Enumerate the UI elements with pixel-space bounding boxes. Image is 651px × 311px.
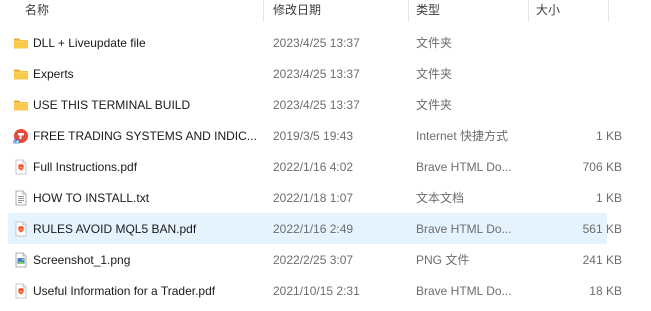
file-date: 2022/1/18 1:07 xyxy=(273,190,354,205)
column-header-bar: 名称 修改日期 类型 大小 xyxy=(0,0,651,22)
file-size: 18 KB xyxy=(589,283,622,298)
file-name[interactable]: FREE TRADING SYSTEMS AND INDIC... xyxy=(33,129,264,143)
folder-icon xyxy=(0,27,33,58)
column-header-type-label: 类型 xyxy=(416,3,441,17)
file-date: 2021/10/15 2:31 xyxy=(273,283,360,298)
file-date: 2022/1/16 4:02 xyxy=(273,159,354,174)
text-file-icon xyxy=(0,182,33,213)
file-name[interactable]: USE THIS TERMINAL BUILD xyxy=(33,98,264,112)
file-row[interactable]: Full Instructions.pdf 2022/1/16 4:02 Brave… xyxy=(0,151,651,182)
brave-pdf-icon xyxy=(0,213,33,244)
png-image-icon xyxy=(0,244,33,275)
column-header-date-label: 修改日期 xyxy=(273,3,322,17)
file-name[interactable]: Full Instructions.pdf xyxy=(33,160,264,174)
file-row[interactable]: Useful Information for a Trader.pdf 2021/… xyxy=(0,275,651,306)
file-name[interactable]: Experts xyxy=(33,67,264,81)
internet-shortcut-icon xyxy=(0,120,33,151)
column-divider[interactable] xyxy=(608,0,609,22)
file-size: 561 KB xyxy=(582,221,622,236)
column-header-date[interactable]: 修改日期 xyxy=(264,0,409,22)
file-date: 2022/2/25 3:07 xyxy=(273,252,354,267)
brave-pdf-icon xyxy=(0,151,33,182)
file-size: 241 KB xyxy=(582,252,622,267)
file-list: DLL + Liveupdate file 2023/4/25 13:37 文件夹 E… xyxy=(0,27,651,306)
folder-icon xyxy=(0,89,33,120)
file-name[interactable]: RULES AVOID MQL5 BAN.pdf xyxy=(33,222,264,236)
brave-pdf-icon xyxy=(0,275,33,306)
file-type: 文本文档 xyxy=(416,191,465,205)
column-header-size-label: 大小 xyxy=(536,3,561,17)
file-row[interactable]: Experts 2023/4/25 13:37 文件夹 xyxy=(0,58,651,89)
file-type: 文件夹 xyxy=(416,67,453,81)
file-type: Internet 快捷方式 xyxy=(416,129,509,143)
file-row[interactable]: USE THIS TERMINAL BUILD 2023/4/25 13:37 文件… xyxy=(0,89,651,120)
file-type: Brave HTML Do... xyxy=(416,221,512,236)
file-row[interactable]: DLL + Liveupdate file 2023/4/25 13:37 文件夹 xyxy=(0,27,651,58)
file-row[interactable]: FREE TRADING SYSTEMS AND INDIC... 2019/3/… xyxy=(0,120,651,151)
file-size: 1 KB xyxy=(595,190,622,205)
file-row[interactable]: Screenshot_1.png 2022/2/25 3:07 PNG 文件 241 … xyxy=(0,244,651,275)
file-date: 2022/1/16 2:49 xyxy=(273,221,354,236)
file-type: PNG 文件 xyxy=(416,253,470,267)
column-header-name-label: 名称 xyxy=(25,3,50,17)
file-explorer-list: 名称 修改日期 类型 大小 DLL + Liveupdate file 2023/… xyxy=(0,0,651,311)
file-date: 2023/4/25 13:37 xyxy=(273,97,360,112)
file-size: 706 KB xyxy=(582,159,622,174)
file-type: 文件夹 xyxy=(416,36,453,50)
file-row[interactable]: RULES AVOID MQL5 BAN.pdf 2022/1/16 2:49 Br… xyxy=(0,213,651,244)
file-type: Brave HTML Do... xyxy=(416,283,512,298)
column-header-name[interactable]: 名称 xyxy=(0,0,264,22)
file-date: 2019/3/5 19:43 xyxy=(273,128,354,143)
file-row[interactable]: HOW TO INSTALL.txt 2022/1/18 1:07 文本文档 1 KB xyxy=(0,182,651,213)
column-header-type[interactable]: 类型 xyxy=(409,0,529,22)
file-name[interactable]: HOW TO INSTALL.txt xyxy=(33,191,264,205)
file-name[interactable]: Useful Information for a Trader.pdf xyxy=(33,284,264,298)
column-header-size[interactable]: 大小 xyxy=(529,0,609,22)
file-name[interactable]: DLL + Liveupdate file xyxy=(33,36,264,50)
file-date: 2023/4/25 13:37 xyxy=(273,66,360,81)
file-date: 2023/4/25 13:37 xyxy=(273,35,360,50)
file-type: 文件夹 xyxy=(416,98,453,112)
folder-icon xyxy=(0,58,33,89)
file-type: Brave HTML Do... xyxy=(416,159,512,174)
file-name[interactable]: Screenshot_1.png xyxy=(33,253,264,267)
file-size: 1 KB xyxy=(595,128,622,143)
